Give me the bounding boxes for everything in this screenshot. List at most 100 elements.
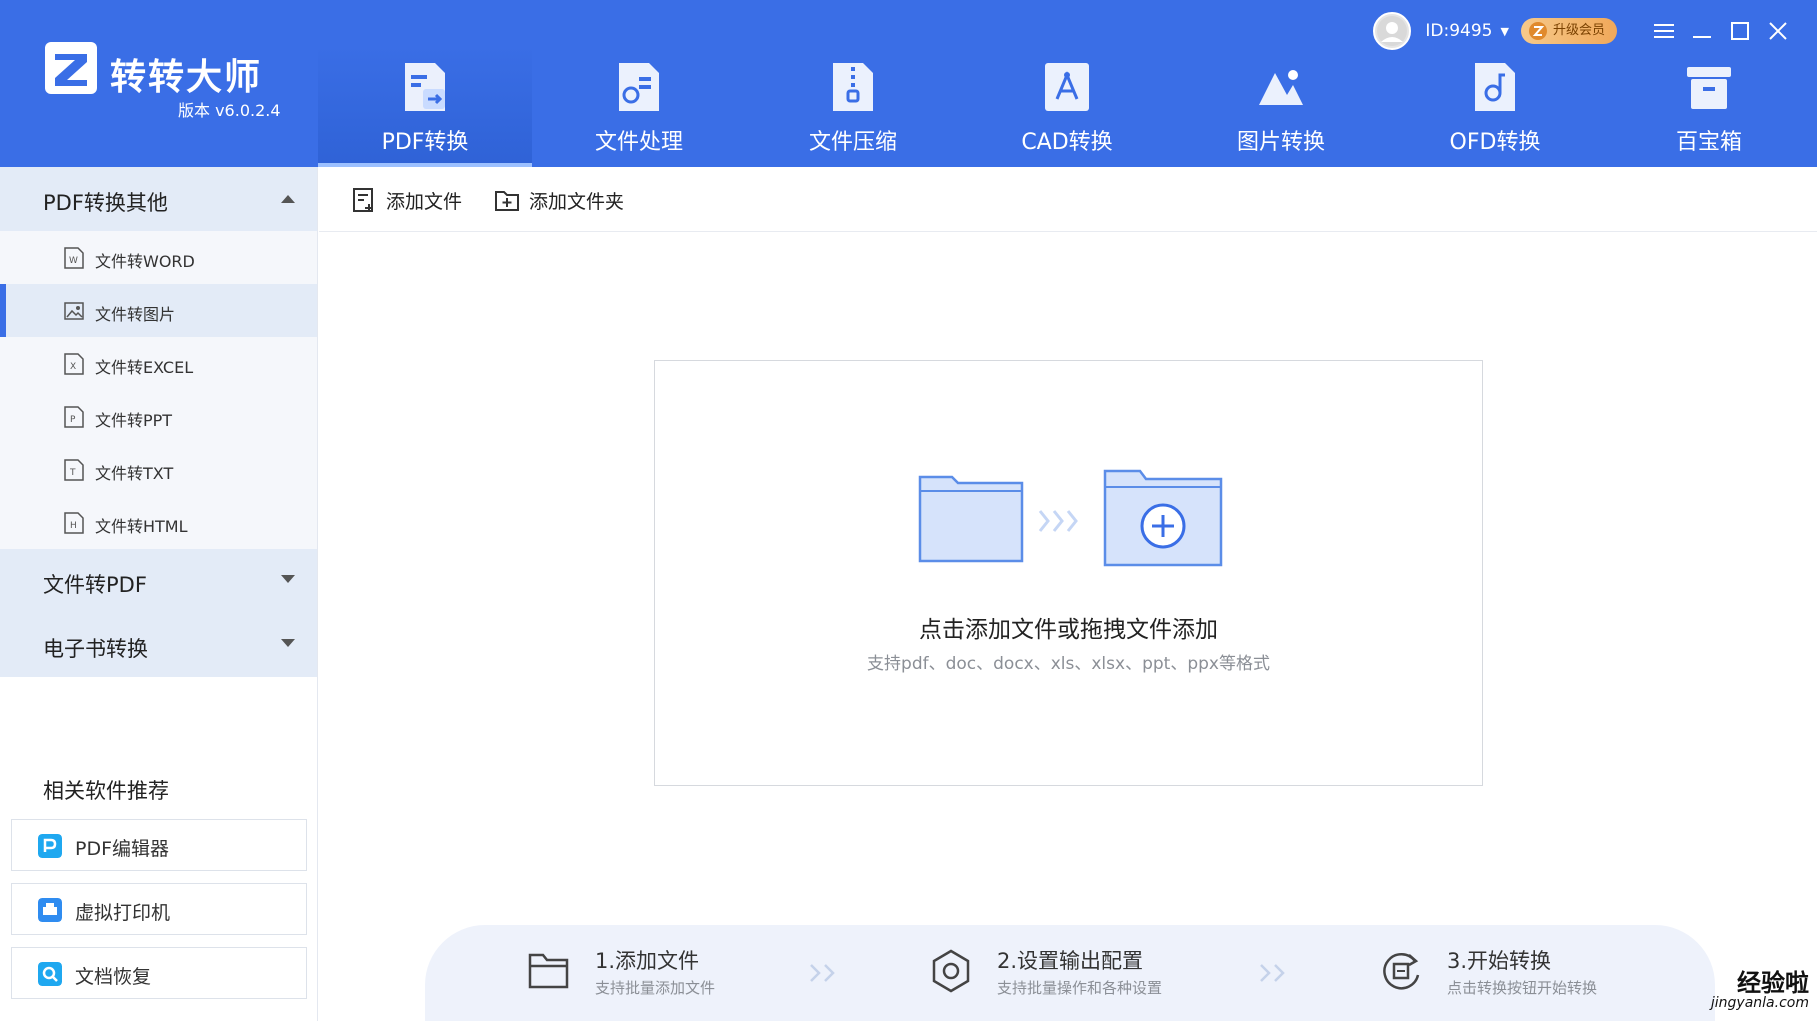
sidebar-item-html[interactable]: H 文件转HTML — [0, 496, 317, 549]
app-logo-icon — [45, 42, 97, 94]
chevron-up-icon — [281, 195, 295, 203]
chevron-down-icon — [281, 575, 295, 583]
group-title: 电子书转换 — [43, 637, 148, 661]
tab-file-compress[interactable]: 文件压缩 — [746, 45, 960, 167]
app-window: 转转大师 版本 v6.0.2.4 PDF转换 文件处理 文件压缩 CAD转换 图… — [0, 0, 1817, 1021]
tab-file-process[interactable]: 文件处理 — [532, 45, 746, 167]
svg-text:X: X — [70, 362, 76, 372]
step-desc: 支持批量操作和各种设置 — [997, 979, 1163, 997]
group-title: PDF转换其他 — [43, 191, 168, 215]
image-convert-icon — [1259, 70, 1303, 105]
sidebar-item-image[interactable]: 文件转图片 — [0, 284, 317, 337]
watermark-text: 经验啦 — [1737, 968, 1809, 997]
sidebar-item-label: 文件转图片 — [95, 305, 176, 324]
toolbar: 添加文件 添加文件夹 — [319, 167, 1817, 232]
watermark: 经验啦 jingyanla.com — [1689, 963, 1809, 1015]
svg-text:T: T — [69, 468, 76, 478]
folder-icon — [528, 953, 569, 989]
app-brand: 转转大师 — [110, 57, 263, 98]
tab-ofd-convert[interactable]: OFD转换 — [1388, 45, 1602, 167]
chevron-double-right-icon — [810, 964, 835, 982]
file-drop-zone[interactable]: 点击添加文件或拖拽文件添加 支持pdf、doc、docx、xls、xlsx、pp… — [654, 360, 1483, 786]
menu-button[interactable] — [1645, 12, 1683, 50]
upgrade-vip-button[interactable]: 升级会员 — [1520, 18, 1617, 44]
tab-image-convert[interactable]: 图片转换 — [1174, 45, 1388, 167]
sidebar-item-word[interactable]: W 文件转WORD — [0, 231, 317, 284]
tab-pdf-convert[interactable]: PDF转换 — [318, 45, 532, 167]
recommend-virtual-printer[interactable]: 虚拟打印机 — [11, 883, 307, 935]
pdf-convert-icon — [405, 63, 445, 111]
add-folder-label: 添加文件夹 — [529, 190, 625, 213]
close-button[interactable] — [1759, 12, 1797, 50]
hamburger-menu-icon — [1654, 24, 1674, 38]
svg-text:W: W — [69, 256, 78, 266]
user-dropdown-caret-icon[interactable]: ▼ — [1501, 25, 1509, 38]
tab-label: 文件处理 — [594, 130, 683, 155]
step-desc: 点击转换按钮开始转换 — [1447, 979, 1598, 997]
sidebar-item-excel[interactable]: X 文件转EXCEL — [0, 337, 317, 390]
toolbox-icon — [1687, 67, 1731, 109]
tab-label: CAD转换 — [1021, 130, 1113, 155]
excel-file-icon: X — [64, 353, 84, 375]
pdf-editor-icon — [38, 834, 62, 858]
app-version: 版本 v6.0.2.4 — [178, 101, 281, 120]
drop-zone-subtitle: 支持pdf、doc、docx、xls、xlsx、ppt、ppx等格式 — [867, 654, 1270, 674]
cad-convert-icon — [1045, 63, 1089, 111]
close-icon — [1769, 22, 1787, 40]
folder-transfer-illustration-icon — [918, 469, 1223, 567]
txt-file-icon: T — [64, 459, 84, 481]
recommend-doc-recovery[interactable]: 文档恢复 — [11, 947, 307, 999]
recommend-title: 相关软件推荐 — [43, 779, 169, 803]
header: 转转大师 版本 v6.0.2.4 PDF转换 文件处理 文件压缩 CAD转换 图… — [0, 0, 1817, 167]
sidebar-group-pdf-other[interactable]: PDF转换其他 — [0, 167, 317, 231]
add-file-label: 添加文件 — [386, 190, 463, 213]
add-folder-button[interactable]: 添加文件夹 — [494, 185, 624, 215]
sidebar-item-label: 文件转WORD — [95, 252, 195, 271]
step-desc: 支持批量添加文件 — [595, 979, 716, 997]
step-title: 3.开始转换 — [1447, 949, 1552, 973]
drop-zone-title: 点击添加文件或拖拽文件添加 — [919, 617, 1218, 643]
user-id[interactable]: ID:9495 — [1425, 21, 1492, 41]
add-file-icon — [353, 188, 373, 212]
chevron-double-right-icon — [1260, 964, 1285, 982]
step-title: 2.设置输出配置 — [997, 949, 1144, 973]
word-file-icon: W — [64, 247, 84, 269]
virtual-printer-icon — [38, 898, 62, 922]
sidebar-group-file-to-pdf[interactable]: 文件转PDF — [0, 549, 317, 613]
minimize-icon — [1693, 36, 1711, 38]
tab-label: 百宝箱 — [1675, 130, 1742, 155]
tab-toolbox[interactable]: 百宝箱 — [1602, 45, 1816, 167]
recommend-label: PDF编辑器 — [75, 838, 170, 860]
sidebar-sub-list: W 文件转WORD 文件转图片 X 文件转EXCEL P 文件转PPT T 文件… — [0, 231, 317, 549]
maximize-button[interactable] — [1721, 12, 1759, 50]
tab-label: 文件压缩 — [808, 130, 897, 155]
tab-cad-convert[interactable]: CAD转换 — [960, 45, 1174, 167]
user-avatar[interactable] — [1373, 12, 1412, 50]
ofd-convert-icon — [1475, 63, 1515, 111]
html-file-icon: H — [64, 512, 84, 534]
recommend-pdf-editor[interactable]: PDF编辑器 — [11, 819, 307, 871]
sidebar-item-label: 文件转EXCEL — [95, 358, 194, 377]
sidebar-item-ppt[interactable]: P 文件转PPT — [0, 390, 317, 443]
convert-icon — [1383, 953, 1420, 990]
sidebar-group-ebook[interactable]: 电子书转换 — [0, 613, 317, 677]
add-folder-icon — [495, 191, 519, 211]
sidebar-item-txt[interactable]: T 文件转TXT — [0, 443, 317, 496]
minimize-button[interactable] — [1683, 12, 1721, 50]
steps-bar: 1.添加文件 支持批量添加文件 2.设置输出配置 支持批量操作和各种设置 3.开 — [425, 925, 1715, 1021]
file-process-icon — [619, 63, 659, 111]
svg-text:P: P — [70, 415, 76, 425]
recommend-label: 虚拟打印机 — [75, 902, 171, 924]
window-topbar: ID:9495 ▼ 升级会员 — [1373, 12, 1797, 50]
settings-icon — [932, 949, 970, 993]
add-file-button[interactable]: 添加文件 — [351, 185, 462, 215]
ppt-file-icon: P — [64, 406, 84, 428]
vip-crown-icon — [1528, 22, 1547, 40]
tab-label: 图片转换 — [1236, 130, 1325, 155]
tab-label: PDF转换 — [381, 130, 469, 155]
group-title: 文件转PDF — [43, 573, 147, 597]
sidebar-item-label: 文件转PPT — [95, 411, 173, 430]
recommend-label: 文档恢复 — [75, 966, 152, 988]
maximize-icon — [1731, 22, 1749, 40]
file-compress-icon — [833, 63, 873, 111]
